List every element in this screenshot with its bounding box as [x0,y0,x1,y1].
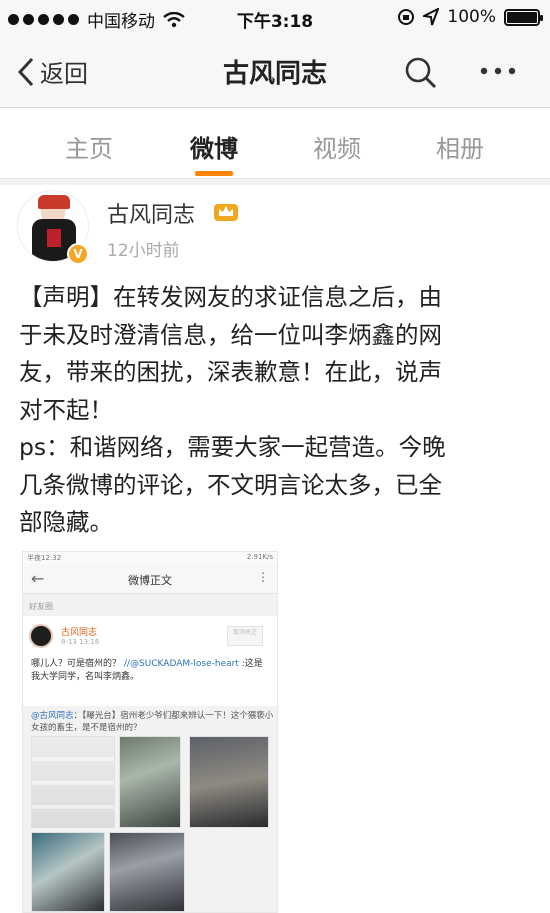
battery-icon [504,8,543,26]
search-icon [405,57,437,89]
embedded-status-speed: 2.91K/s [246,553,273,561]
embedded-time: 8-13 13:16 [61,638,100,646]
battery-percent: 100% [447,7,496,27]
status-right: 100% [397,7,543,27]
embedded-text-prefix: 哪儿人？可是宿州的？ [31,659,122,669]
post-username[interactable]: 古风同志 [107,197,195,229]
embedded-repost-text: @古风同志：【曝光台】宿州老少爷们都来辨认一下！这个猥亵小女孩的畜生，是不是宿州… [31,710,275,734]
repost-photo [109,832,185,912]
post-text-line: 于未及时澄清信息，给一位叫李炳鑫的网 [19,320,442,349]
embedded-more-icon: ⋮ [257,570,269,584]
repost-photo [119,736,181,828]
embedded-text: 哪儿人？可是宿州的？ //@SUCKADAM-lose-heart :这是我大学… [31,658,271,684]
embedded-follow-label: 取消关注 [227,626,263,646]
divider [0,179,550,185]
more-button[interactable] [478,56,518,90]
embedded-avatar [29,624,53,648]
tab-weibo[interactable]: 微博 [169,129,259,164]
more-icon [480,67,516,75]
post-text-line: 部隐藏。 [19,508,113,536]
tab-album[interactable]: 相册 [415,129,505,164]
embedded-post-card: 古风同志 8-13 13:16 取消关注 哪儿人？可是宿州的？ //@SUCKA… [23,616,277,912]
post-time: 12小时前 [107,241,180,261]
post-text-line: 几条微博的评论，不文明言论太多，已全 [19,470,442,499]
status-bar: 中国移动 下午3:18 100% [0,0,550,36]
verified-badge: V [67,243,89,265]
embedded-section-label: 好友圈 [23,594,277,616]
repost-photo [31,736,115,828]
embedded-author: 古风同志 [61,628,98,638]
embedded-status-bar: 半夜12:32 2.91K/s [23,552,277,564]
repost-photo [189,736,269,828]
embedded-title: 微博正文 [128,574,172,587]
tab-video[interactable]: 视频 [292,129,382,164]
post-text-line: 【声明】在转发网友的求证信息之后，由 [19,283,442,311]
crown-icon [214,204,238,221]
nav-bar: 返回 古风同志 [0,36,550,108]
rotation-lock-icon [398,9,415,25]
embedded-mention: //@SUCKADAM-lose-heart [123,659,239,669]
page-title: 古风同志 [222,59,327,89]
post-text-line: 友，带来的困扰，深表歉意！在此，说声 [19,358,442,386]
embedded-status-time: 半夜12:32 [27,554,62,562]
embedded-repost-mention: @古风同志 [31,711,74,721]
post-text: 【声明】在转发网友的求证信息之后，由 于未及时澄清信息，给一位叫李炳鑫的网 友，… [19,279,531,542]
active-tab-indicator [195,171,233,176]
profile-tabs: 主页 微博 视频 相册 [0,109,550,179]
embedded-repost: @古风同志：【曝光台】宿州老少爷们都来辨认一下！这个猥亵小女孩的畜生，是不是宿州… [23,706,277,912]
post-text-line: 对不起！ [19,395,113,424]
post-image[interactable]: 半夜12:32 2.91K/s ← 微博正文 ⋮ 好友圈 古风同志 8-13 1… [22,551,278,913]
post-text-line: ps：和谐网络，需要大家一起营造。今晚 [19,433,446,461]
location-icon [423,8,440,26]
search-button[interactable] [404,56,438,94]
embedded-nav-bar: ← 微博正文 ⋮ [23,564,277,594]
repost-photo [31,832,105,912]
tab-home[interactable]: 主页 [44,129,134,164]
